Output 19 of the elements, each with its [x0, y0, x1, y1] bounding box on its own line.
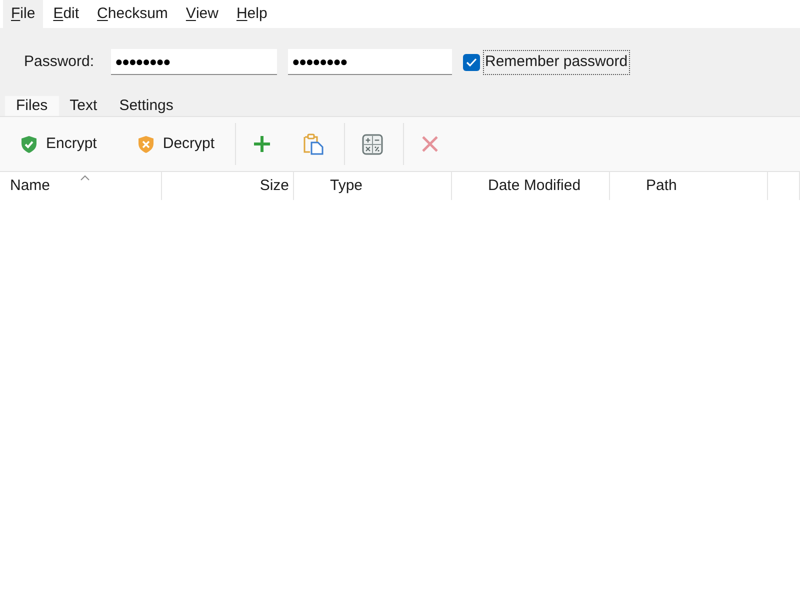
- checkbox[interactable]: [463, 54, 480, 70]
- plus-icon: [252, 135, 271, 153]
- password-label: Password:: [24, 52, 96, 72]
- decrypt-button[interactable]: Decrypt: [128, 124, 223, 164]
- shield-cross-icon: [136, 134, 155, 154]
- remember-password-label[interactable]: Remember password: [483, 50, 630, 74]
- calculator-icon: [362, 134, 383, 154]
- menu-item[interactable]: File: [3, 0, 44, 28]
- tab[interactable]: Settings: [108, 97, 184, 116]
- password-field[interactable]: ●●●●●●●●: [111, 49, 277, 75]
- encrypt-button[interactable]: Encrypt: [12, 124, 105, 164]
- shield-check-icon: [20, 134, 38, 154]
- check-icon: [466, 58, 477, 66]
- sort-ascending-icon: [80, 175, 90, 181]
- clipboard-icon: [302, 133, 324, 155]
- tab[interactable]: Files: [5, 96, 59, 116]
- tab[interactable]: Text: [58, 97, 108, 116]
- cross-icon: [420, 135, 439, 153]
- password-field[interactable]: ●●●●●●●●: [288, 49, 452, 75]
